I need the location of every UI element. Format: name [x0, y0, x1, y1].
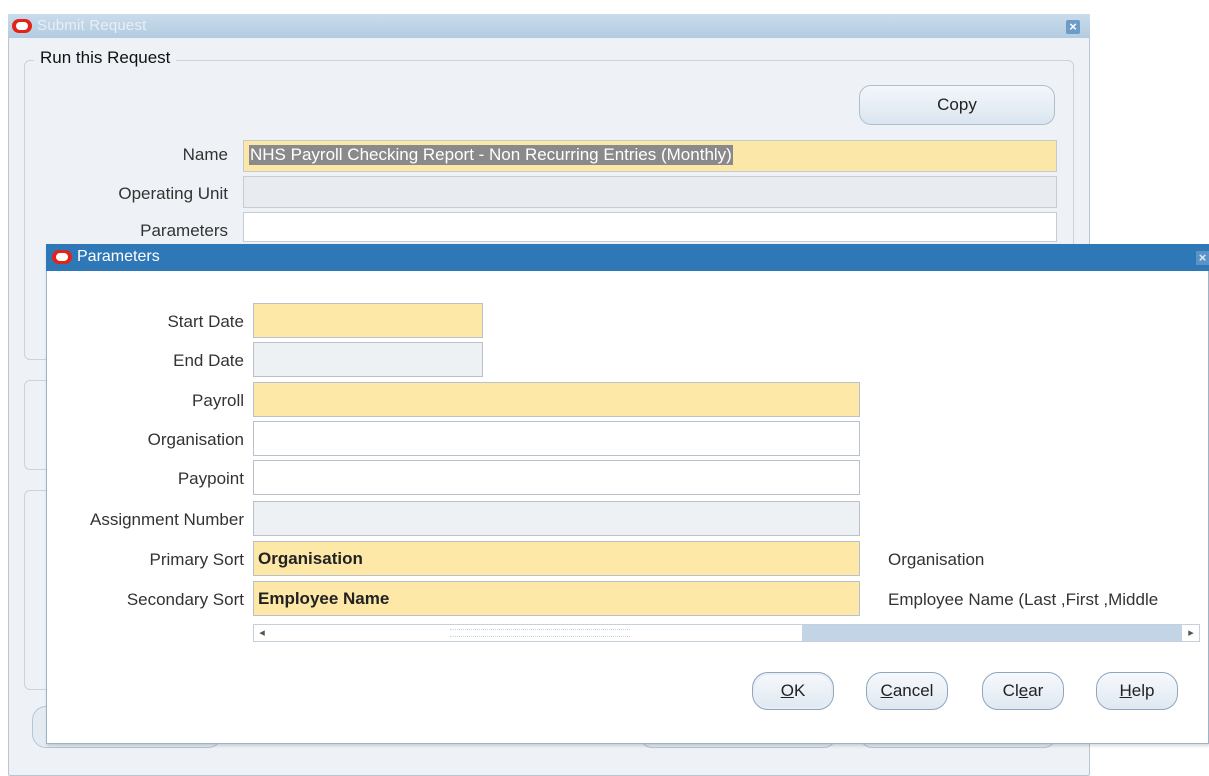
organisation-label: Organisation: [147, 430, 244, 449]
secondary-sort-field[interactable]: Employee Name: [253, 581, 860, 616]
secondary-sort-description: Employee Name (Last ,First ,Middle: [888, 590, 1159, 609]
primary-sort-field[interactable]: Organisation: [253, 541, 860, 576]
parameters-title-bar[interactable]: [46, 244, 1209, 271]
parameters-title: Parameters: [77, 248, 160, 265]
parameters-label: Parameters: [140, 221, 228, 240]
paypoint-label: Paypoint: [177, 469, 244, 488]
cancel-mnemonic: C: [880, 681, 893, 700]
payroll-field[interactable]: [253, 382, 860, 417]
ok-mnemonic: O: [780, 681, 794, 700]
oracle-logo-icon: [12, 19, 32, 33]
clear-label-pre: Cl: [1002, 681, 1019, 700]
close-icon[interactable]: ×: [1196, 251, 1209, 265]
operating-unit-field[interactable]: [243, 176, 1057, 208]
help-button[interactable]: Help: [1096, 672, 1178, 710]
scroll-left-arrow-icon[interactable]: ◂: [254, 625, 270, 641]
scrollbar-thumb[interactable]: [802, 625, 1182, 641]
submit-request-title-bar[interactable]: [8, 14, 1090, 38]
payroll-label: Payroll: [192, 391, 244, 410]
parameters-field[interactable]: [243, 212, 1057, 242]
oracle-logo-icon: [52, 250, 72, 264]
end-date-field[interactable]: [253, 342, 483, 377]
clear-label: ar: [1028, 681, 1044, 700]
clear-mnemonic: e: [1018, 681, 1029, 700]
name-label: Name: [182, 145, 228, 164]
paypoint-field[interactable]: [253, 460, 860, 495]
assignment-number-label: Assignment Number: [89, 510, 244, 529]
help-mnemonic: H: [1119, 681, 1132, 700]
start-date-field[interactable]: [253, 303, 483, 338]
primary-sort-description: Organisation: [888, 550, 985, 569]
start-date-label: Start Date: [167, 312, 244, 331]
run-this-request-label: Run this Request: [34, 48, 177, 68]
end-date-label: End Date: [173, 351, 244, 370]
cancel-label: ancel: [892, 681, 934, 700]
cancel-button[interactable]: Cancel: [866, 672, 948, 710]
name-value: NHS Payroll Checking Report - Non Recurr…: [249, 145, 733, 165]
organisation-field[interactable]: [253, 421, 860, 456]
ok-button[interactable]: OK: [752, 672, 834, 710]
scrollbar-grip[interactable]: [450, 629, 630, 637]
clear-button[interactable]: Clear: [982, 672, 1064, 710]
help-label: elp: [1131, 681, 1155, 700]
copy-button[interactable]: Copy: [859, 85, 1055, 125]
secondary-sort-label: Secondary Sort: [126, 590, 244, 609]
submit-request-title: Submit Request: [37, 17, 147, 34]
ok-label: K: [793, 681, 806, 700]
close-icon[interactable]: ×: [1066, 20, 1080, 34]
primary-sort-label: Primary Sort: [149, 550, 244, 569]
operating-unit-label: Operating Unit: [118, 184, 228, 203]
scroll-right-arrow-icon[interactable]: ▸: [1183, 625, 1199, 641]
assignment-number-field[interactable]: [253, 501, 860, 536]
